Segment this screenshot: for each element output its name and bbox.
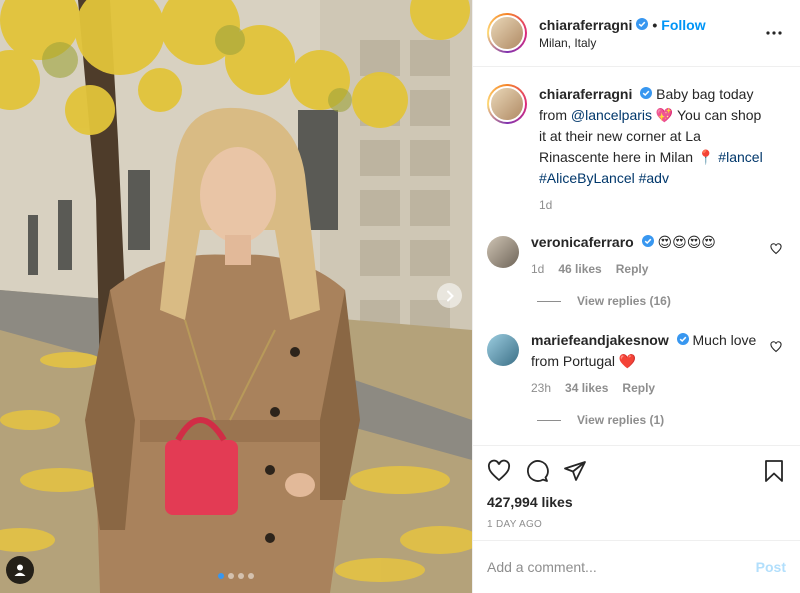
author-avatar-image [489,15,525,51]
heart-icon[interactable] [770,242,782,260]
reply-button[interactable]: Reply [616,262,649,276]
caption-avatar-image [489,86,525,122]
carousel-dot [238,573,244,579]
action-icons [487,458,786,484]
author-avatar[interactable] [487,13,527,53]
user-tag-icon [14,564,26,576]
comment: veronicaferraro 😍😍😍😍 1d 46 likes Reply [487,232,786,276]
heart-emoji: 💖 [655,107,674,123]
caption-avatar[interactable] [487,84,527,124]
tagged-users-button[interactable] [6,556,34,584]
heart-icon[interactable] [487,459,511,483]
carousel-dot [228,573,234,579]
more-options-icon [766,31,782,35]
author-username[interactable]: chiaraferragni [539,17,632,33]
pin-emoji: 📍 [696,149,715,165]
likes-count[interactable]: 427,994 likes [487,494,786,510]
caption-meta: 1d [539,198,766,212]
bookmark-icon[interactable] [762,459,786,483]
post-photo[interactable] [0,0,472,593]
comment-body: mariefeandjakesnow Much love from Portug… [531,330,786,395]
caption-text: chiaraferragni Baby bag today from @lanc… [539,84,766,189]
commenter-username[interactable]: mariefeandjakesnow [531,332,669,348]
post-sidebar: chiaraferragni • Follow Milan, Italy chi… [472,0,800,593]
caption-body: chiaraferragni Baby bag today from @lanc… [539,84,786,212]
verified-badge-icon [641,232,654,253]
comment-likes[interactable]: 34 likes [565,381,608,395]
carousel-indicator [0,573,472,579]
instagram-post: chiaraferragni • Follow Milan, Italy chi… [0,0,800,593]
view-replies-button[interactable]: View replies (1) [537,413,786,427]
carousel-dot [248,573,254,579]
comment-meta: 23h 34 likes Reply [531,381,766,395]
comments-list[interactable]: chiaraferragni Baby bag today from @lanc… [473,68,800,444]
verified-badge-icon [676,330,689,351]
comment-composer: Post [473,540,800,593]
commenter-avatar[interactable] [487,334,519,366]
commenter-username[interactable]: veronicaferraro [531,234,634,250]
comment-content: 😍😍😍😍 [657,234,716,250]
replies-divider [537,419,561,421]
separator-dot: • [652,16,658,33]
comment-likes[interactable]: 46 likes [558,262,601,276]
comment-input[interactable] [487,559,756,575]
more-options-button[interactable] [762,21,786,45]
verified-badge-icon [636,17,649,33]
paper-plane-icon[interactable] [563,459,587,483]
heart-icon[interactable] [770,340,782,358]
comment-body: veronicaferraro 😍😍😍😍 1d 46 likes Reply [531,232,786,276]
author-line: chiaraferragni • Follow [539,17,762,33]
carousel-dot [218,573,224,579]
comment-meta: 1d 46 likes Reply [531,262,766,276]
photo-scene [0,0,472,593]
post-date[interactable]: 1 DAY AGO [487,519,786,530]
follow-button[interactable]: Follow [661,17,705,33]
carousel-next-button[interactable] [437,283,462,308]
post-location[interactable]: Milan, Italy [539,36,762,50]
view-replies-button[interactable]: View replies (16) [537,294,786,308]
view-replies-label: View replies (16) [577,294,671,308]
chevron-right-icon [446,290,454,301]
post-header: chiaraferragni • Follow Milan, Italy [473,0,800,67]
replies-divider [537,300,561,302]
author-info: chiaraferragni • Follow Milan, Italy [539,17,762,50]
view-replies-label: View replies (1) [577,413,665,427]
post-actions: 427,994 likes 1 DAY AGO [473,445,800,530]
comment-time[interactable]: 23h [531,381,551,395]
caption: chiaraferragni Baby bag today from @lanc… [487,84,786,212]
caption-time[interactable]: 1d [539,198,552,212]
caption-username[interactable]: chiaraferragni [539,86,632,102]
comment-text: veronicaferraro 😍😍😍😍 [531,232,766,253]
comment-icon[interactable] [525,459,549,483]
comment-time[interactable]: 1d [531,262,544,276]
post-comment-button[interactable]: Post [756,559,786,575]
commenter-avatar[interactable] [487,236,519,268]
verified-badge-icon [640,84,653,105]
comment-text: mariefeandjakesnow Much love from Portug… [531,330,766,372]
mention-link[interactable]: @lancelparis [571,107,652,123]
comment: mariefeandjakesnow Much love from Portug… [487,330,786,395]
reply-button[interactable]: Reply [622,381,655,395]
